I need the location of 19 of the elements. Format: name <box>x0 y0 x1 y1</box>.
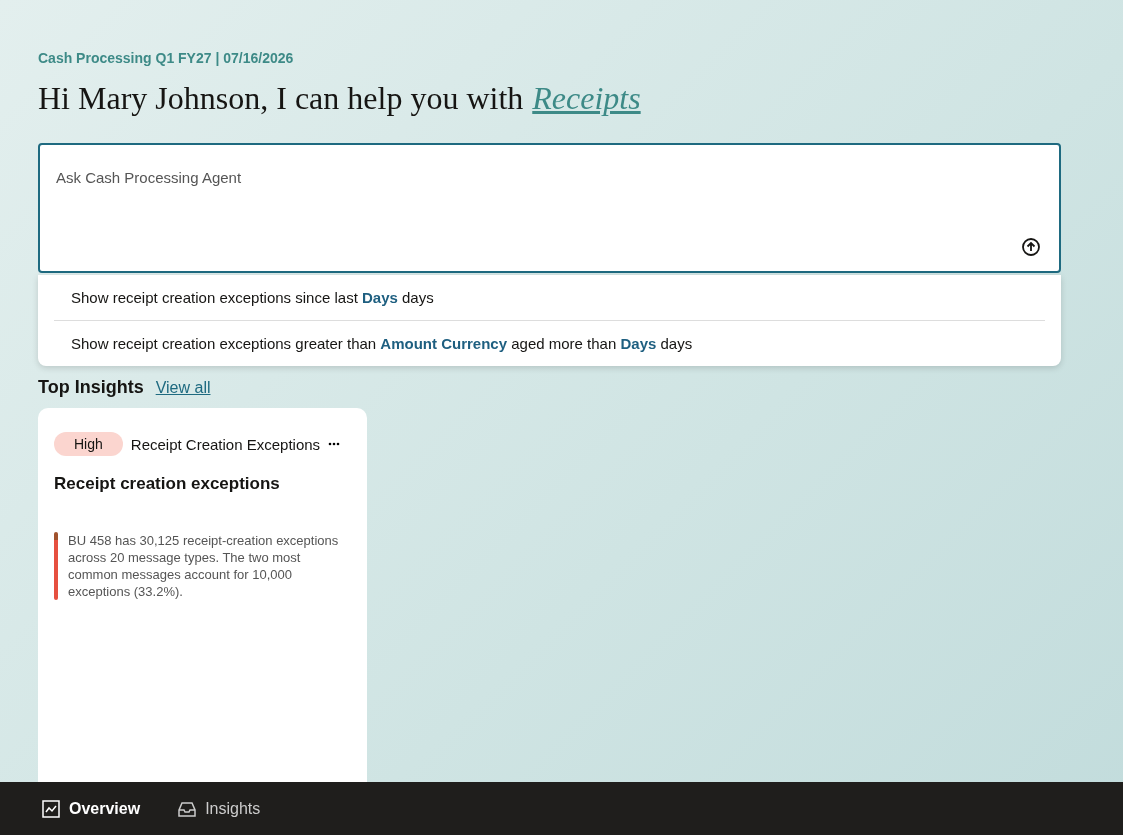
nav-tab[interactable]: Overview <box>42 799 141 818</box>
card-title: Receipt creation exceptions <box>54 474 281 494</box>
more-icon[interactable] <box>328 442 341 446</box>
chart-icon <box>42 799 60 818</box>
severity-bar <box>54 532 58 600</box>
priority-badge: High <box>54 432 123 456</box>
prompt-field[interactable]: Ask Cash Processing Agent <box>38 143 1061 273</box>
inbox-icon <box>178 799 197 818</box>
view-all-link[interactable]: View all <box>155 379 211 397</box>
section-title: Top Insights <box>38 377 144 398</box>
card-summary: BU 458 has 30,125 receipt-creation exceptions across 20 message types. The two most common messages account for 10,000 exceptions (33.2%). <box>68 532 340 600</box>
insight-card[interactable]: High Receipt Creation Exceptions Receipt creation exceptions BU 458 has 30,125 receipt-creation exceptions across 20 message types. The two most common messages account for 10,000 exceptions (33.2%). <box>38 408 367 782</box>
greeting-text: Hi Mary Johnson, I can help you with <box>38 80 524 117</box>
send-button[interactable] <box>1021 237 1041 257</box>
context-label: Cash Processing Q1 FY27 | 07/16/2026 <box>38 50 295 66</box>
suggestion-item[interactable]: Show receipt creation exceptions since last Days days <box>54 275 1045 320</box>
category-label: Receipt Creation Exceptions <box>130 435 321 453</box>
suggestion-item[interactable]: Show receipt creation exceptions greater than Amount Currency aged more than Days days <box>54 320 1045 366</box>
nav-tab[interactable]: Insights <box>178 799 261 818</box>
